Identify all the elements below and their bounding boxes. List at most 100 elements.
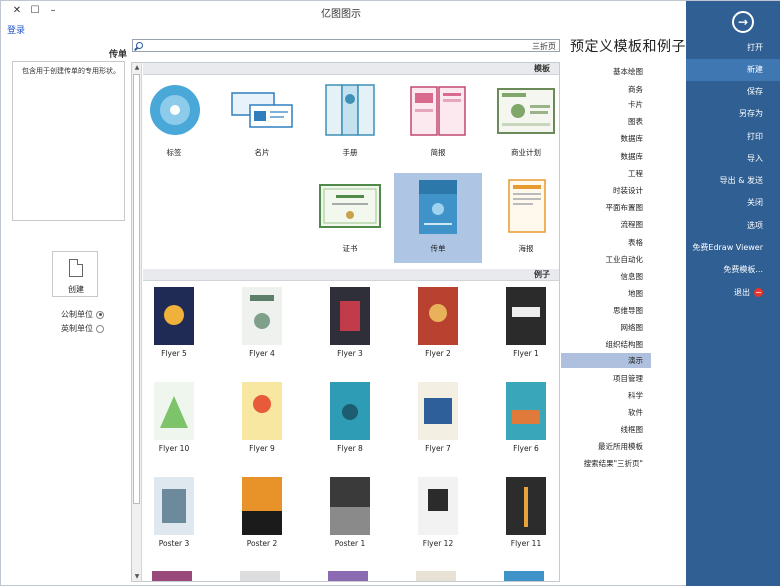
category-item[interactable]: 表格 (561, 235, 651, 250)
example-partial-thumbnail (328, 571, 368, 581)
example-flyer-5[interactable]: Flyer 5 (132, 283, 218, 373)
menu-exit[interactable]: 退出 − (686, 282, 780, 304)
example-label: Flyer 3 (337, 349, 363, 358)
category-item[interactable]: 卡片 (561, 97, 651, 112)
example-flyer-3[interactable]: Flyer 3 (306, 283, 394, 373)
category-item[interactable]: 组织结构图 (561, 337, 651, 352)
example-flyer-12[interactable]: Flyer 12 (394, 473, 482, 563)
example-label: Flyer 8 (337, 444, 363, 453)
category-list: 基本绘图 商务 卡片 图表 数据库 数据库 工程 时装设计 平面布置图 流程图 … (561, 62, 685, 582)
example-flyer-4[interactable]: Flyer 4 (218, 283, 306, 373)
menu-options[interactable]: 选项 (686, 215, 780, 237)
example-poster-2[interactable]: Poster 2 (218, 473, 306, 563)
example-label: Flyer 9 (249, 444, 275, 453)
create-label: 创建 (68, 285, 84, 294)
minimize-icon[interactable]: – (45, 3, 61, 17)
menu-open[interactable]: 打开 (686, 37, 780, 59)
category-item[interactable]: 线框图 (561, 422, 651, 437)
template-poster[interactable]: 海报 (482, 173, 559, 263)
category-item[interactable]: 流程图 (561, 217, 651, 232)
example-flyer-10[interactable]: Flyer 10 (132, 378, 218, 468)
metric-radio[interactable] (96, 310, 104, 319)
menu-new[interactable]: 新建 (686, 59, 780, 81)
search-input[interactable]: 三折页 (132, 39, 560, 52)
create-button[interactable]: 创建 (52, 251, 98, 297)
example-poster-3[interactable]: Poster 3 (132, 473, 218, 563)
menu-save[interactable]: 保存 (686, 81, 780, 103)
menu-exit-label: 退出 (734, 288, 750, 297)
example-flyer-11[interactable]: Flyer 11 (482, 473, 559, 563)
menu-free-templates[interactable]: 免费模板... (686, 259, 780, 281)
flyer-12-thumbnail (418, 477, 458, 535)
template-name-heading: 传单 (109, 50, 128, 60)
category-item[interactable]: 工程 (561, 166, 651, 181)
example-poster-1[interactable]: Poster 1 (306, 473, 394, 563)
category-item[interactable]: 工业自动化 (561, 252, 651, 267)
category-item[interactable]: 最近所用模板 (561, 439, 651, 454)
category-item-selected[interactable]: 演示 (561, 353, 651, 368)
example-flyer-2[interactable]: Flyer 2 (394, 283, 482, 373)
flyer-1-thumbnail (506, 287, 546, 345)
close-icon[interactable]: ✕ (9, 3, 25, 17)
flyer-thumbnail (419, 180, 457, 234)
menu-export-send[interactable]: 导出 & 发送 (686, 170, 780, 192)
flyer-11-thumbnail (506, 477, 546, 535)
category-item[interactable]: 地图 (561, 286, 651, 301)
example-flyer-6[interactable]: Flyer 6 (482, 378, 559, 468)
template-newsletter[interactable]: 简报 (394, 77, 482, 167)
example-flyer-7[interactable]: Flyer 7 (394, 378, 482, 468)
category-item[interactable]: 网络图 (561, 320, 651, 335)
flyer-5-thumbnail (154, 287, 194, 345)
scroll-up-icon[interactable]: ▲ (132, 63, 142, 73)
example-label: Flyer 10 (158, 444, 190, 453)
login-link[interactable]: 登录 (7, 23, 25, 36)
unit-imperial[interactable]: 英制单位 (61, 323, 104, 334)
template-label: 证书 (342, 244, 358, 253)
flyer-8-thumbnail (330, 382, 370, 440)
category-item[interactable]: 商务 (561, 82, 651, 97)
example-partial-thumbnail (152, 571, 192, 581)
category-item[interactable]: 平面布置图 (561, 200, 651, 215)
category-item[interactable]: 时装设计 (561, 183, 651, 198)
template-brochure[interactable]: 手册 (306, 77, 394, 167)
page-title: 预定义模板和例子 (570, 39, 686, 55)
back-arrow-icon[interactable]: → (732, 11, 754, 33)
brochure-thumbnail (325, 84, 375, 136)
imperial-radio[interactable] (96, 324, 104, 333)
example-flyer-1[interactable]: Flyer 1 (482, 283, 559, 373)
category-item[interactable]: 信息图 (561, 269, 651, 284)
poster-2-thumbnail (242, 477, 282, 535)
menu-save-as[interactable]: 另存为 (686, 103, 780, 125)
category-item[interactable]: 项目管理 (561, 371, 651, 386)
unit-metric[interactable]: 公制单位 (61, 309, 104, 320)
scroll-down-icon[interactable]: ▼ (132, 572, 142, 581)
maximize-icon[interactable]: ☐ (27, 3, 43, 17)
search-icon[interactable] (136, 42, 143, 49)
category-item[interactable]: 图表 (561, 114, 651, 129)
template-business-card[interactable]: 名片 (218, 77, 306, 167)
category-item[interactable]: 数据库 (561, 149, 651, 164)
template-label-cd[interactable]: 标签 (132, 77, 218, 167)
category-item[interactable]: 搜索结果"三折页" (561, 456, 651, 471)
flyer-4-thumbnail (242, 287, 282, 345)
category-item[interactable]: 软件 (561, 405, 651, 420)
category-item[interactable]: 思维导图 (561, 303, 651, 318)
template-certificate[interactable]: 证书 (306, 173, 394, 263)
example-label: Poster 3 (158, 539, 190, 548)
menu-free-viewer[interactable]: 免费Edraw Viewer (686, 237, 780, 259)
template-label: 海报 (518, 244, 534, 253)
category-item[interactable]: 科学 (561, 388, 651, 403)
example-partial-thumbnail (504, 571, 544, 581)
menu-import[interactable]: 导入 (686, 148, 780, 170)
template-business-plan[interactable]: 商业计划 (482, 77, 559, 167)
newsletter-thumbnail (410, 86, 466, 136)
new-document-icon (69, 259, 83, 277)
menu-close[interactable]: 关闭 (686, 192, 780, 214)
category-item[interactable]: 数据库 (561, 131, 651, 146)
menu-print[interactable]: 打印 (686, 126, 780, 148)
category-item[interactable]: 基本绘图 (561, 64, 651, 79)
template-flyer[interactable]: 传单 (394, 173, 482, 263)
poster-1-thumbnail (330, 477, 370, 535)
example-flyer-8[interactable]: Flyer 8 (306, 378, 394, 468)
example-flyer-9[interactable]: Flyer 9 (218, 378, 306, 468)
